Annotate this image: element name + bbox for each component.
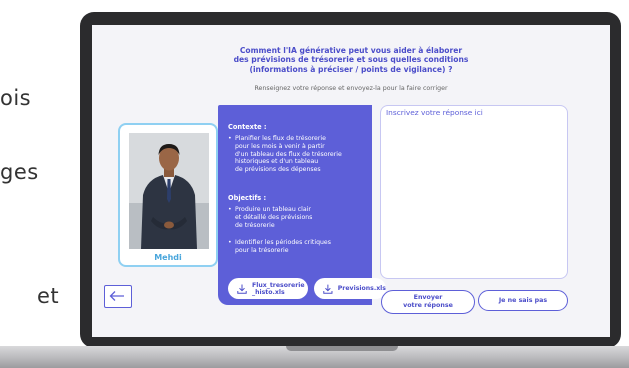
file-label: Flux_tresorerie _histo.xls xyxy=(252,281,305,296)
download-icon xyxy=(237,284,247,294)
answer-placeholder: Inscrivez votre réponse ici xyxy=(386,108,483,117)
context-text: Planifier les flux de trésorerie pour le… xyxy=(235,135,342,174)
bullet-icon: • xyxy=(228,135,232,142)
avatar-name: Mehdi xyxy=(154,253,182,262)
bullet-icon: • xyxy=(228,206,232,213)
person-illustration xyxy=(129,133,209,249)
answer-textarea[interactable]: Inscrivez votre réponse ici xyxy=(380,105,568,279)
background-text-3: et xyxy=(37,284,60,308)
objective-text-1: Produire un tableau clair et détaillé de… xyxy=(235,206,313,229)
question-title: Comment l'IA générative peut vous aider … xyxy=(233,46,469,74)
context-heading: Contexte : xyxy=(228,123,267,131)
avatar-photo xyxy=(129,133,209,249)
back-button[interactable] xyxy=(104,285,132,308)
laptop-notch xyxy=(286,346,398,351)
download-previsions-button[interactable]: Previsions.xls xyxy=(314,278,386,299)
info-panel: Contexte : • Planifier les flux de tréso… xyxy=(218,105,386,305)
background-text-2: ges xyxy=(0,160,39,184)
instruction-text: Renseignez votre réponse et envoyez-la p… xyxy=(254,85,448,92)
app-screen: Comment l'IA générative peut vous aider … xyxy=(92,25,610,337)
arrow-left-icon xyxy=(109,291,124,301)
background-text-1: ois xyxy=(0,86,32,110)
dont-know-button[interactable]: Je ne sais pas xyxy=(478,290,568,311)
send-answer-button[interactable]: Envoyer votre réponse xyxy=(381,290,475,314)
objective-text-2: Identifier les périodes critiques pour l… xyxy=(235,239,331,254)
download-icon xyxy=(323,284,333,294)
download-flux-tresorerie-button[interactable]: Flux_tresorerie _histo.xls xyxy=(228,278,308,299)
file-label: Previsions.xls xyxy=(337,285,386,292)
objectives-heading: Objectifs : xyxy=(228,194,267,202)
avatar-card: Mehdi xyxy=(118,123,218,267)
bullet-icon: • xyxy=(228,239,232,246)
